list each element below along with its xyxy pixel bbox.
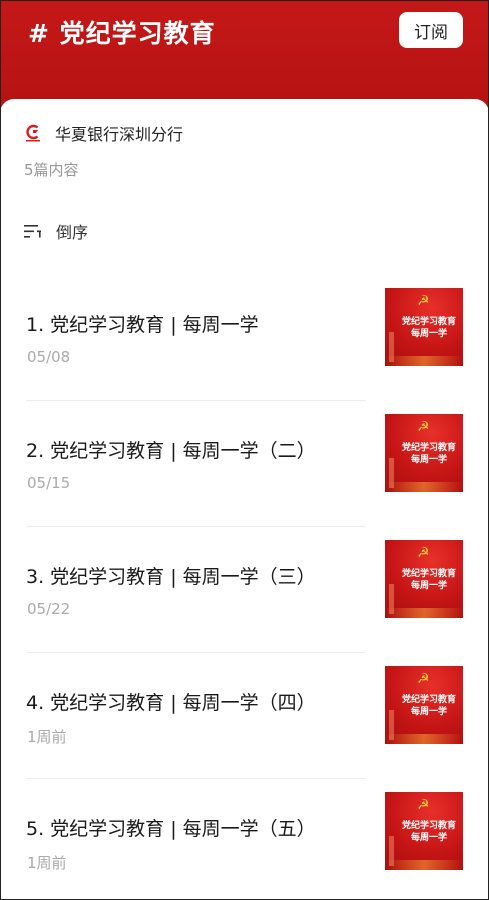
content-card: 华夏银行深圳分行 5篇内容 倒序 1. 党纪学习教育 | 每周一学 05/08 … (0, 99, 489, 900)
party-emblem-icon: ☭ (417, 419, 430, 435)
list-item[interactable]: 5. 党纪学习教育 | 每周一学（五） 1周前 ☭ 党纪学习教育 每周一学 (0, 792, 489, 900)
article-thumbnail: ☭ 党纪学习教育 每周一学 (385, 666, 463, 744)
article-count: 5篇内容 (24, 161, 79, 179)
article-thumbnail: ☭ 党纪学习教育 每周一学 (385, 540, 463, 618)
divider (26, 778, 366, 779)
tag-title: # 党纪学习教育 (28, 19, 216, 48)
article-title: 2. 党纪学习教育 | 每周一学（二） (26, 440, 316, 462)
article-title: 4. 党纪学习教育 | 每周一学（四） (26, 692, 316, 714)
divider (26, 652, 366, 653)
sort-icon (24, 223, 42, 239)
thumbnail-glow (385, 860, 463, 870)
article-date: 05/22 (27, 600, 71, 618)
sort-label: 倒序 (56, 223, 89, 242)
thumbnail-glow (385, 734, 463, 744)
article-date: 1周前 (27, 854, 67, 872)
thumbnail-glow (385, 482, 463, 492)
account-row[interactable]: 华夏银行深圳分行 (25, 121, 183, 145)
list-item[interactable]: 4. 党纪学习教育 | 每周一学（四） 1周前 ☭ 党纪学习教育 每周一学 (0, 666, 489, 804)
thumbnail-glow (385, 356, 463, 366)
thumbnail-caption-line2: 每周一学 (410, 329, 447, 339)
sort-toggle[interactable]: 倒序 (24, 219, 88, 243)
divider (26, 400, 366, 401)
party-emblem-icon: ☭ (417, 797, 430, 813)
article-title: 1. 党纪学习教育 | 每周一学 (26, 314, 259, 336)
account-name: 华夏银行深圳分行 (55, 125, 184, 144)
thumbnail-caption-line2: 每周一学 (410, 455, 447, 465)
thumbnail-caption-line2: 每周一学 (410, 833, 447, 843)
article-date: 1周前 (27, 728, 67, 746)
thumbnail-caption-line2: 每周一学 (410, 707, 447, 717)
subscribe-button[interactable]: 订阅 (399, 12, 463, 48)
list-item[interactable]: 3. 党纪学习教育 | 每周一学（三） 05/22 ☭ 党纪学习教育 每周一学 (0, 540, 489, 678)
bank-logo-icon (25, 124, 41, 142)
article-date: 05/08 (27, 348, 71, 366)
list-item[interactable]: 2. 党纪学习教育 | 每周一学（二） 05/15 ☭ 党纪学习教育 每周一学 (0, 414, 489, 552)
thumbnail-glow (385, 608, 463, 618)
article-thumbnail: ☭ 党纪学习教育 每周一学 (385, 792, 463, 870)
party-emblem-icon: ☭ (417, 545, 430, 561)
divider (26, 526, 366, 527)
party-emblem-icon: ☭ (417, 293, 430, 309)
article-date: 05/15 (27, 474, 71, 492)
article-thumbnail: ☭ 党纪学习教育 每周一学 (385, 414, 463, 492)
article-title: 5. 党纪学习教育 | 每周一学（五） (26, 818, 316, 840)
list-item[interactable]: 1. 党纪学习教育 | 每周一学 05/08 ☭ 党纪学习教育 每周一学 (0, 288, 489, 426)
article-title: 3. 党纪学习教育 | 每周一学（三） (26, 566, 316, 588)
thumbnail-caption-line2: 每周一学 (410, 581, 447, 591)
article-thumbnail: ☭ 党纪学习教育 每周一学 (385, 288, 463, 366)
party-emblem-icon: ☭ (417, 671, 430, 687)
